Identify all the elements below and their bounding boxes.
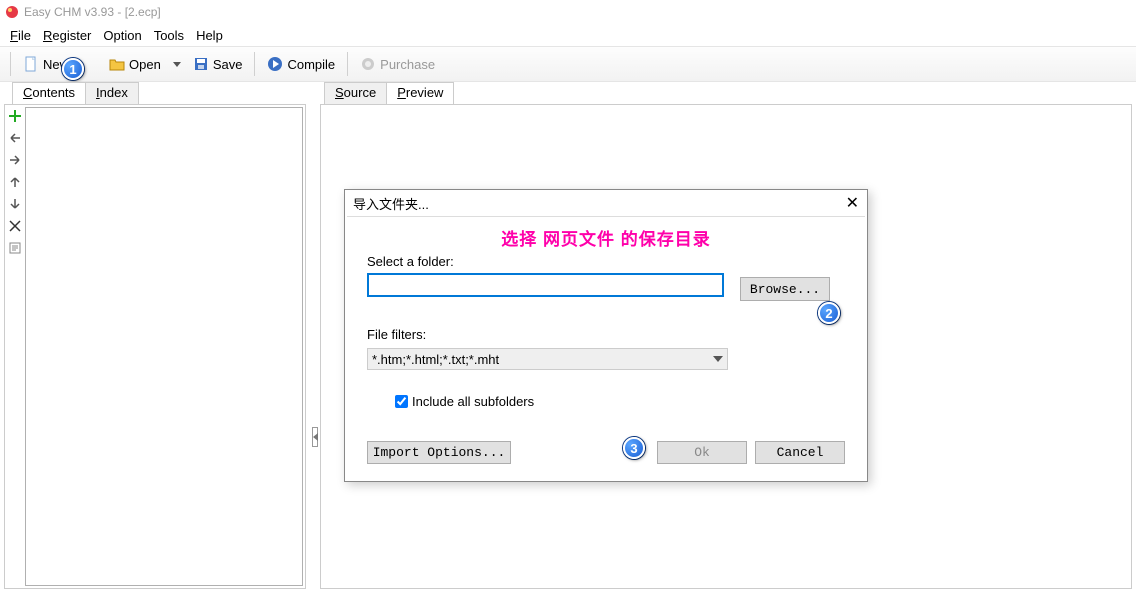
toolbar-separator (347, 52, 348, 76)
dropdown-icon[interactable] (173, 62, 181, 67)
toolbar: New Open Save Compile Purchase (0, 46, 1136, 82)
import-options-button[interactable]: Import Options... (367, 441, 511, 464)
tab-contents[interactable]: Contents (12, 82, 86, 104)
include-subfolders-checkbox[interactable] (395, 395, 408, 408)
compile-icon (267, 56, 283, 72)
file-filters-select[interactable]: *.htm;*.html;*.txt;*.mht (367, 348, 728, 370)
filters-value: *.htm;*.html;*.txt;*.mht (372, 352, 499, 367)
open-button[interactable]: Open (105, 54, 185, 74)
arrow-left-icon[interactable] (8, 131, 22, 145)
save-label: Save (213, 57, 243, 72)
cancel-button[interactable]: Cancel (755, 441, 845, 464)
app-icon (4, 4, 20, 20)
new-file-icon (23, 56, 39, 72)
contents-pane (4, 104, 306, 589)
left-tabs: Contents Index (0, 82, 310, 104)
add-icon[interactable] (8, 109, 22, 123)
title-bar: Easy CHM v3.93 - [2.ecp] (0, 0, 1136, 24)
purchase-button[interactable]: Purchase (356, 54, 439, 74)
arrow-right-icon[interactable] (8, 153, 22, 167)
right-tabs: Source Preview (320, 82, 1136, 104)
dialog-body: 选择 网页文件 的保存目录 Select a folder: Browse...… (345, 217, 867, 478)
menu-option[interactable]: Option (97, 28, 147, 43)
purchase-icon (360, 56, 376, 72)
ok-button[interactable]: Ok (657, 441, 747, 464)
tab-preview[interactable]: Preview (386, 82, 454, 104)
select-folder-label: Select a folder: (367, 254, 845, 269)
toolbar-separator (10, 52, 11, 76)
menu-help[interactable]: Help (190, 28, 229, 43)
open-label: Open (129, 57, 161, 72)
arrow-up-icon[interactable] (8, 175, 22, 189)
properties-icon[interactable] (8, 241, 22, 255)
file-filters-label: File filters: (367, 327, 845, 342)
save-icon (193, 56, 209, 72)
splitter[interactable] (310, 82, 320, 589)
chevron-down-icon (713, 356, 723, 362)
menu-bar: File Register Option Tools Help (0, 24, 1136, 46)
delete-icon[interactable] (8, 219, 22, 233)
menu-register[interactable]: Register (37, 28, 97, 43)
compile-label: Compile (287, 57, 335, 72)
window-title: Easy CHM v3.93 - [2.ecp] (24, 5, 161, 19)
import-folder-dialog: 导入文件夹... ✕ 选择 网页文件 的保存目录 Select a folder… (344, 189, 868, 482)
browse-button[interactable]: Browse... (740, 277, 830, 301)
callout-2: 2 (818, 302, 840, 324)
dialog-title-bar: 导入文件夹... ✕ (345, 190, 867, 216)
save-button[interactable]: Save (189, 54, 247, 74)
folder-input[interactable] (367, 273, 724, 297)
menu-file[interactable]: File (4, 28, 37, 43)
open-folder-icon (109, 56, 125, 72)
callout-3: 3 (623, 437, 645, 459)
annotation-text: 选择 网页文件 的保存目录 (367, 225, 845, 250)
compile-button[interactable]: Compile (263, 54, 339, 74)
tree-view[interactable] (25, 107, 303, 586)
tab-index[interactable]: Index (85, 82, 139, 104)
dialog-title: 导入文件夹... (353, 194, 429, 213)
callout-1: 1 (62, 58, 84, 80)
toolbar-separator (254, 52, 255, 76)
arrow-down-icon[interactable] (8, 197, 22, 211)
left-panel: Contents Index (0, 82, 310, 589)
tab-source[interactable]: Source (324, 82, 387, 104)
close-icon[interactable]: ✕ (846, 193, 859, 213)
purchase-label: Purchase (380, 57, 435, 72)
sidebar-tools (5, 105, 25, 588)
menu-tools[interactable]: Tools (148, 28, 190, 43)
include-subfolders-label: Include all subfolders (412, 394, 534, 409)
